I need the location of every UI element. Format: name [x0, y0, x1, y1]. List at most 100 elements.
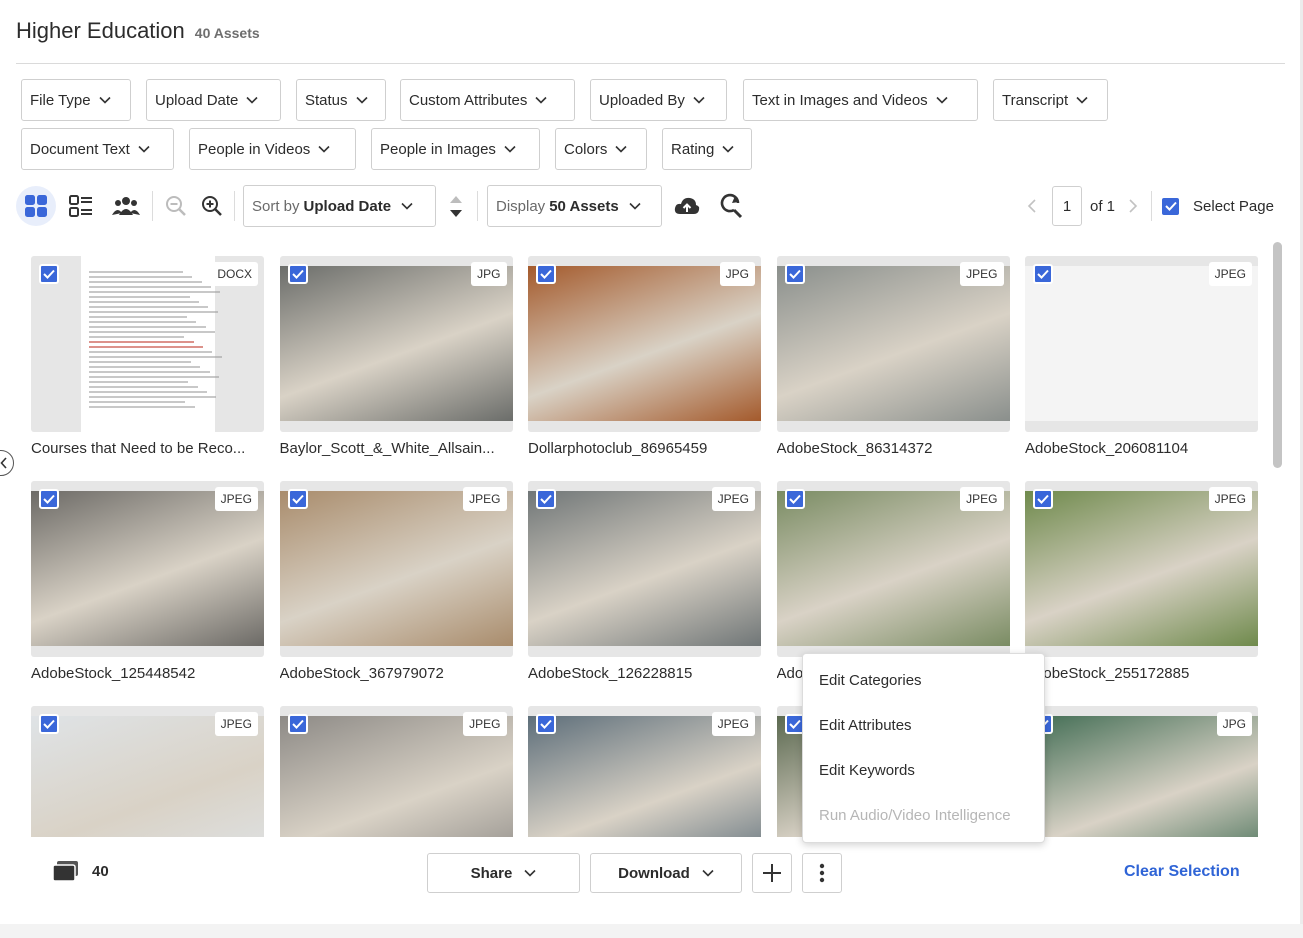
grid-view-button[interactable] — [16, 186, 56, 226]
asset-thumbnail[interactable]: JPEG — [31, 481, 264, 657]
asset-name[interactable]: AdobeStock_206081104 — [1025, 440, 1258, 457]
asset-tile[interactable]: JPEG — [279, 706, 513, 837]
asset-name[interactable]: AdobeStock_126228815 — [528, 665, 761, 682]
asset-thumbnail[interactable]: DOCX — [31, 256, 264, 432]
list-view-button[interactable] — [66, 190, 96, 222]
asset-name[interactable]: Courses that Need to be Reco... — [31, 440, 264, 457]
menu-item-edit-categories[interactable]: Edit Categories — [819, 672, 922, 689]
asset-tile[interactable]: JPEG AdobeStock_206081104 — [1025, 256, 1258, 457]
file-type-badge: JPG — [719, 262, 755, 286]
select-page-checkbox[interactable] — [1162, 197, 1180, 215]
asset-name[interactable]: AdobeStock_255172885 — [1025, 665, 1258, 682]
filter-custom-attributes[interactable]: Custom Attributes — [400, 79, 575, 121]
asset-name[interactable]: Dollarphotoclub_86965459 — [528, 440, 761, 457]
asset-tile[interactable]: JPEG AdobeStock_126228815 — [528, 481, 761, 682]
asset-name[interactable]: AdobeStock_125448542 — [31, 665, 264, 682]
chevron-right-icon[interactable] — [1127, 198, 1139, 214]
document-text-line — [89, 406, 195, 408]
asset-select-checkbox[interactable] — [287, 714, 308, 734]
asset-tile[interactable]: JPEG AdobeStock_255172885 — [1025, 481, 1258, 682]
asset-select-checkbox[interactable] — [536, 489, 556, 509]
asset-thumbnail[interactable]: JPEG — [776, 256, 1010, 432]
asset-select-checkbox[interactable] — [1033, 264, 1053, 284]
checkmark-icon — [540, 719, 552, 729]
asset-thumbnail[interactable]: JPEG — [528, 481, 761, 657]
asset-tile[interactable]: JPEG — [528, 706, 761, 837]
document-text-line — [89, 391, 207, 393]
scrollbar-thumb[interactable] — [1273, 242, 1282, 468]
checkmark-icon — [788, 269, 801, 279]
filter-uploaded-by[interactable]: Uploaded By — [590, 79, 727, 121]
asset-thumbnail[interactable]: JPEG — [31, 706, 264, 837]
asset-select-checkbox[interactable] — [39, 714, 59, 734]
asset-select-checkbox[interactable] — [39, 264, 59, 284]
menu-item-edit-attributes[interactable]: Edit Attributes — [819, 717, 912, 734]
share-button[interactable]: Share — [427, 853, 580, 893]
assets-stack-icon — [52, 861, 78, 882]
people-view-button[interactable] — [110, 190, 142, 222]
asset-thumbnail[interactable]: JPG — [1025, 706, 1258, 837]
list-view-icon — [69, 195, 92, 217]
window-bottom-strip — [0, 924, 1303, 938]
filter-file-type[interactable]: File Type — [21, 79, 131, 121]
asset-tile[interactable]: JPG — [1025, 706, 1258, 837]
asset-tile[interactable]: JPEG AdobeStock_125448542 — [31, 481, 264, 682]
asset-select-checkbox[interactable] — [287, 264, 308, 284]
asset-select-checkbox[interactable] — [1033, 489, 1053, 509]
asset-thumbnail[interactable]: JPG — [528, 256, 761, 432]
asset-tile[interactable]: JPEG — [31, 706, 264, 837]
asset-select-checkbox[interactable] — [536, 264, 556, 284]
sort-by-select[interactable]: Sort by Upload Date — [243, 185, 436, 227]
filter-label: Upload Date — [155, 91, 239, 109]
filter-people-in-videos[interactable]: People in Videos — [189, 128, 356, 170]
asset-thumbnail[interactable]: JPEG — [279, 481, 513, 657]
asset-select-checkbox[interactable] — [784, 489, 805, 509]
sort-direction-button[interactable] — [444, 190, 468, 224]
asset-thumbnail[interactable]: JPEG — [1025, 481, 1258, 657]
collapse-panel-button[interactable] — [0, 450, 14, 476]
asset-tile[interactable]: DOCX Courses that Need to be Reco... — [31, 256, 264, 457]
zoom-in-button[interactable] — [198, 192, 226, 220]
filter-label: Transcript — [1002, 91, 1069, 109]
asset-select-checkbox[interactable] — [287, 489, 308, 509]
zoom-out-button[interactable] — [162, 192, 190, 220]
chevron-down-icon — [936, 96, 948, 104]
asset-thumbnail[interactable]: JPEG — [528, 706, 761, 837]
filter-status[interactable]: Status — [296, 79, 386, 121]
more-actions-button[interactable] — [802, 853, 842, 893]
asset-name[interactable]: AdobeStock_86314372 — [777, 440, 1010, 457]
asset-thumbnail[interactable]: JPG — [279, 256, 513, 432]
search-refresh-button[interactable] — [716, 191, 746, 221]
filter-document-text[interactable]: Document Text — [21, 128, 174, 170]
chevron-down-icon — [138, 145, 150, 153]
checkmark-icon — [43, 494, 55, 504]
asset-thumbnail[interactable]: JPEG — [279, 706, 513, 837]
download-button[interactable]: Download — [590, 853, 742, 893]
asset-select-checkbox[interactable] — [536, 714, 556, 734]
asset-tile[interactable]: JPG Dollarphotoclub_86965459 — [528, 256, 761, 457]
filter-people-in-images[interactable]: People in Images — [371, 128, 540, 170]
asset-select-checkbox[interactable] — [39, 489, 59, 509]
chevron-left-icon[interactable] — [1026, 198, 1038, 214]
menu-item-edit-keywords[interactable]: Edit Keywords — [819, 762, 915, 779]
filter-text-in-images-and-videos[interactable]: Text in Images and Videos — [743, 79, 978, 121]
page-number-input[interactable]: 1 — [1052, 186, 1082, 226]
more-vertical-icon — [819, 863, 825, 883]
asset-select-checkbox[interactable] — [784, 264, 805, 284]
upload-button[interactable] — [672, 192, 702, 220]
asset-tile[interactable]: JPEG AdobeStock_86314372 — [776, 256, 1010, 457]
asset-name[interactable]: Baylor_Scott_&_White_Allsain... — [280, 440, 513, 457]
filter-rating[interactable]: Rating — [662, 128, 752, 170]
filter-upload-date[interactable]: Upload Date — [146, 79, 281, 121]
filter-transcript[interactable]: Transcript — [993, 79, 1108, 121]
asset-thumbnail[interactable]: JPEG — [776, 481, 1010, 657]
asset-tile[interactable]: JPEGAdobeStock_... — [776, 481, 1010, 682]
filter-colors[interactable]: Colors — [555, 128, 647, 170]
asset-thumbnail[interactable]: JPEG — [1025, 256, 1258, 432]
asset-name[interactable]: AdobeStock_367979072 — [280, 665, 513, 682]
asset-tile[interactable]: JPEG AdobeStock_367979072 — [279, 481, 513, 682]
clear-selection-link[interactable]: Clear Selection — [1124, 863, 1240, 881]
asset-tile[interactable]: JPG Baylor_Scott_&_White_Allsain... — [279, 256, 513, 457]
add-button[interactable] — [752, 853, 792, 893]
display-count-select[interactable]: Display 50 Assets — [487, 185, 662, 227]
